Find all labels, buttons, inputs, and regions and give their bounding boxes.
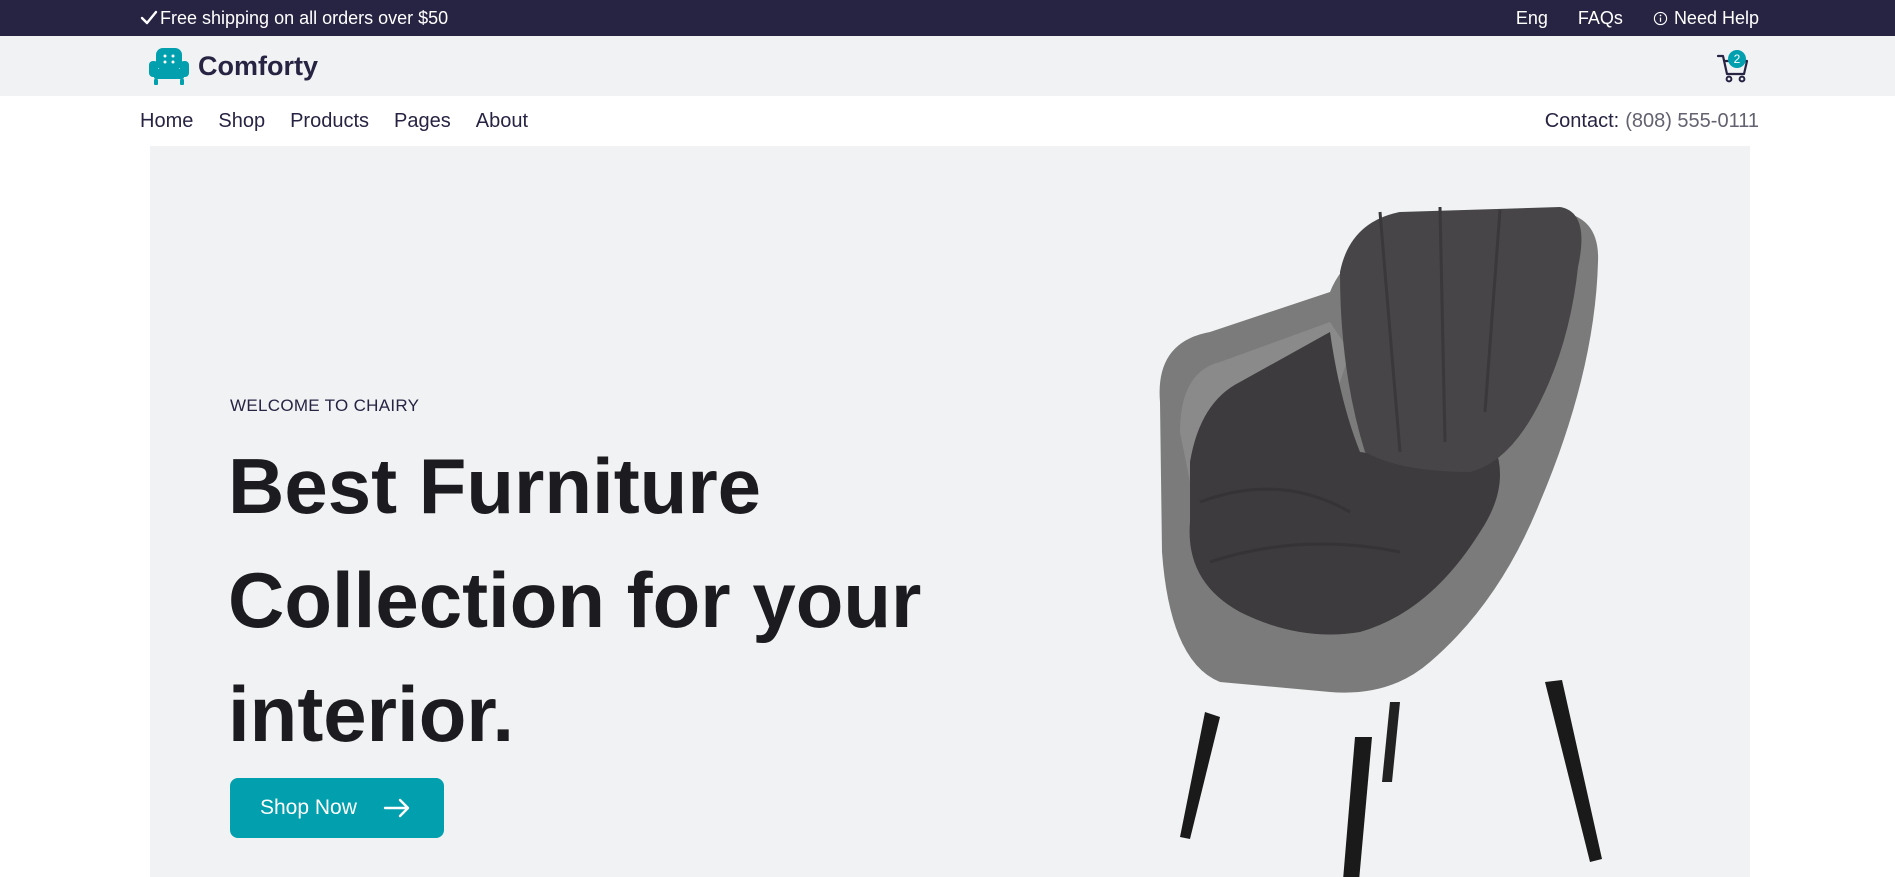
hero-eyebrow: WELCOME TO CHAIRY	[230, 396, 420, 415]
faqs-link[interactable]: FAQs	[1578, 8, 1623, 29]
chair-leg-front-left	[1180, 712, 1220, 839]
brand-bar: Comforty 2	[0, 36, 1895, 96]
shipping-text: Free shipping on all orders over $50	[160, 7, 449, 28]
brand-name: Comforty	[198, 50, 318, 81]
hero-banner: WELCOME TO CHAIRY Best Furniture Collect…	[150, 146, 1750, 877]
main-navigation: Home Shop Products Pages About Contact: …	[0, 96, 1895, 146]
shop-now-label: Shop Now	[260, 796, 357, 819]
need-help-link[interactable]: Need Help	[1653, 8, 1759, 29]
armchair-image	[1159, 206, 1602, 877]
checkmark-icon	[140, 10, 158, 25]
chair-leg-front-center	[1343, 737, 1372, 877]
top-announcement-bar: Free shipping on all orders over $50 Eng…	[0, 0, 1895, 36]
contact-phone[interactable]: (808) 555-0111	[1625, 110, 1759, 133]
info-icon	[1653, 11, 1668, 25]
nav-about[interactable]: About	[476, 110, 528, 133]
language-selector[interactable]: Eng	[1516, 8, 1548, 29]
arrow-right-icon	[383, 798, 410, 818]
nav-shop[interactable]: Shop	[218, 110, 265, 133]
top-links: Eng FAQs Need Help	[1486, 0, 1759, 36]
nav-links: Home Shop Products Pages About	[140, 96, 553, 146]
armchair-logo-icon	[149, 48, 189, 85]
nav-home[interactable]: Home	[140, 110, 193, 133]
nav-pages[interactable]: Pages	[394, 110, 451, 133]
contact-info: Contact: (808) 555-0111	[1545, 96, 1759, 146]
shipping-notice: Free shipping on all orders over $50	[140, 0, 448, 36]
nav-products[interactable]: Products	[290, 110, 369, 133]
need-help-label: Need Help	[1673, 7, 1759, 28]
cart-count-badge: 2	[1728, 50, 1746, 68]
chair-leg-front-right	[1545, 680, 1602, 862]
hero-headline: Best Furniture Collection for your inter…	[228, 442, 922, 758]
shop-now-button[interactable]: Shop Now	[230, 778, 444, 838]
brand-logo[interactable]: Comforty	[148, 46, 318, 86]
contact-label: Contact:	[1544, 109, 1620, 132]
chair-leg-back	[1382, 702, 1400, 782]
